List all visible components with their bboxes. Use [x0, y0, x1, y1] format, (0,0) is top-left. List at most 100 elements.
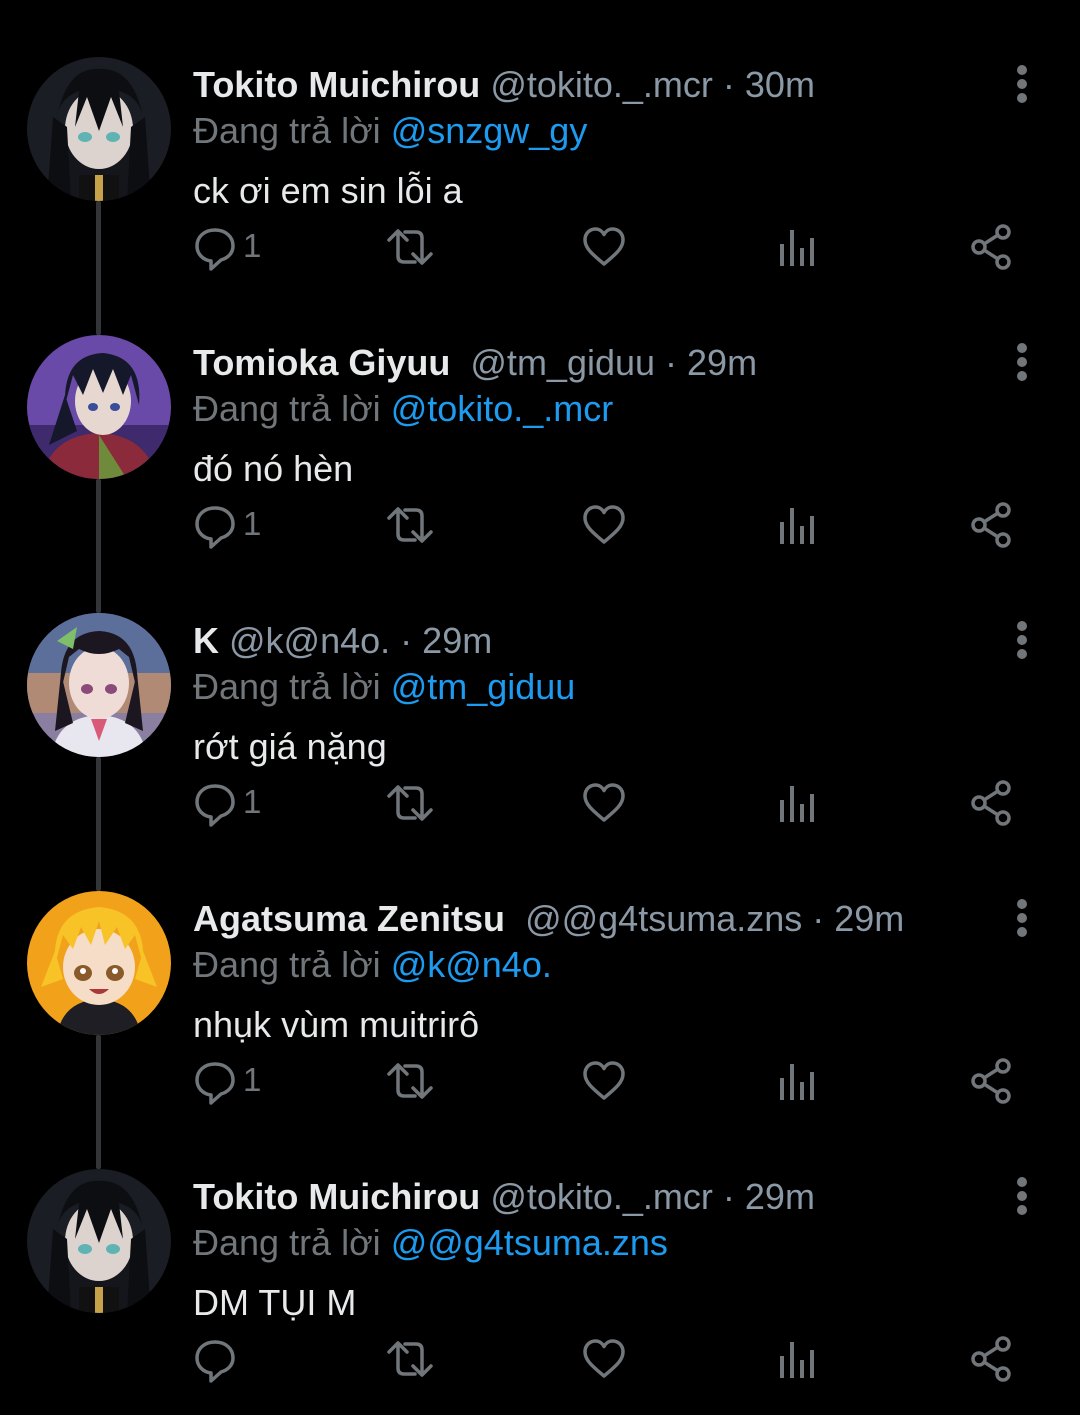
more-options-icon[interactable]	[1004, 618, 1040, 664]
reply-thread: Tokito Muichirou @tokito._.mcr · 30m Đan…	[0, 0, 1080, 1415]
share-icon	[971, 224, 1011, 270]
tweet[interactable]: Tokito Muichirou @tokito._.mcr · 30m Đan…	[0, 0, 1080, 335]
replying-to: Đang trả lời @snzgw_gy	[193, 108, 587, 154]
reply-count: 1	[243, 227, 262, 264]
avatar-image-tokito	[27, 1169, 171, 1313]
replying-to: Đang trả lời @@g4tsuma.zns	[193, 1220, 668, 1266]
share-button[interactable]	[970, 222, 1012, 272]
reply-icon	[195, 506, 235, 549]
retweet-button[interactable]	[385, 778, 435, 828]
share-button[interactable]	[970, 778, 1012, 828]
avatar-image-zenitsu	[27, 891, 171, 1035]
more-options-icon[interactable]	[1004, 340, 1040, 386]
view-analytics-button[interactable]	[778, 500, 816, 550]
replying-to: Đang trả lời @k@n4o.	[193, 942, 552, 988]
username[interactable]: @tokito._.mcr	[490, 64, 713, 105]
retweet-button[interactable]	[385, 500, 435, 550]
replying-to-handle-link[interactable]: @k@n4o.	[391, 944, 552, 985]
username[interactable]: @@g4tsuma.zns	[525, 898, 802, 939]
replying-to-handle-link[interactable]: @tm_giduu	[391, 666, 576, 707]
share-icon	[971, 780, 1011, 826]
reply-icon	[195, 228, 235, 271]
tweet[interactable]: K @k@n4o. · 29m Đang trả lời @tm_giduu r…	[0, 556, 1080, 891]
avatar[interactable]	[27, 57, 171, 201]
retweet-button[interactable]	[385, 222, 435, 272]
username[interactable]: @tokito._.mcr	[490, 1176, 713, 1217]
view-analytics-button[interactable]	[778, 222, 816, 272]
like-button[interactable]	[582, 1056, 626, 1106]
like-button[interactable]	[582, 778, 626, 828]
reply-icon	[195, 1062, 235, 1105]
tweet-text: rớt giá nặng	[193, 726, 387, 767]
display-name[interactable]: Tomioka Giyuu	[193, 342, 450, 383]
view-analytics-button[interactable]	[778, 1056, 816, 1106]
retweet-icon	[387, 785, 433, 821]
avatar[interactable]	[27, 1169, 171, 1313]
separator-dot: ·	[712, 1176, 745, 1217]
tweet-text: ck ơi em sin lỗi a	[193, 170, 463, 211]
display-name[interactable]: Tokito Muichirou	[193, 1176, 480, 1217]
replying-to: Đang trả lời @tm_giduu	[193, 664, 575, 710]
like-button[interactable]	[582, 1334, 626, 1384]
analytics-bar-icon	[780, 1064, 814, 1100]
more-options-icon[interactable]	[1004, 1174, 1040, 1220]
retweet-button[interactable]	[385, 1056, 435, 1106]
reply-count: 1	[243, 505, 262, 542]
more-options-icon[interactable]	[1004, 896, 1040, 942]
replying-to-label: Đang trả lời	[193, 1222, 391, 1263]
replying-to: Đang trả lời @tokito._.mcr	[193, 386, 613, 432]
reply-button[interactable]: 1	[193, 222, 261, 272]
tweet[interactable]: Tomioka Giyuu @tm_giduu · 29m Đang trả l…	[0, 278, 1080, 613]
username[interactable]: @k@n4o.	[229, 620, 390, 661]
replying-to-handle-link[interactable]: @@g4tsuma.zns	[391, 1222, 668, 1263]
tweet-text: đó nó hèn	[193, 448, 354, 489]
retweet-button[interactable]	[385, 1334, 435, 1384]
reply-button[interactable]: 1	[193, 778, 261, 828]
display-name[interactable]: Tokito Muichirou	[193, 64, 480, 105]
reply-icon	[195, 1340, 235, 1383]
timestamp[interactable]: 29m	[687, 342, 757, 383]
analytics-bar-icon	[780, 230, 814, 266]
display-name[interactable]: K	[193, 620, 219, 661]
tweet-text: nhụk vùm muitrirô	[193, 1004, 480, 1045]
like-button[interactable]	[582, 222, 626, 272]
reply-icon	[195, 784, 235, 827]
replying-to-handle-link[interactable]: @tokito._.mcr	[391, 388, 614, 429]
tweet-text: DM TỤI M	[193, 1282, 357, 1323]
replying-to-handle-link[interactable]: @snzgw_gy	[391, 110, 588, 151]
like-button[interactable]	[582, 500, 626, 550]
avatar-image-kanao	[27, 613, 171, 757]
share-icon	[971, 1336, 1011, 1382]
analytics-bar-icon	[780, 508, 814, 544]
retweet-icon	[387, 229, 433, 265]
tweet[interactable]: Tokito Muichirou @tokito._.mcr · 29m Đan…	[0, 1112, 1080, 1415]
tweet-header: Tomioka Giyuu @tm_giduu · 29m	[193, 340, 757, 386]
heart-icon	[583, 1339, 625, 1378]
reply-button[interactable]: 1	[193, 500, 261, 550]
timestamp[interactable]: 29m	[745, 1176, 815, 1217]
view-analytics-button[interactable]	[778, 778, 816, 828]
avatar[interactable]	[27, 335, 171, 479]
separator-dot: ·	[655, 342, 688, 383]
analytics-bar-icon	[780, 786, 814, 822]
share-button[interactable]	[970, 1056, 1012, 1106]
username[interactable]: @tm_giduu	[470, 342, 655, 383]
timestamp[interactable]: 29m	[834, 898, 904, 939]
share-button[interactable]	[970, 500, 1012, 550]
tweet[interactable]: Agatsuma Zenitsu @@g4tsuma.zns · 29m Đan…	[0, 834, 1080, 1169]
view-analytics-button[interactable]	[778, 1334, 816, 1384]
avatar[interactable]	[27, 613, 171, 757]
timestamp[interactable]: 30m	[745, 64, 815, 105]
avatar-image-giyuu	[27, 335, 171, 479]
reply-button[interactable]: 1	[193, 1056, 261, 1106]
avatar[interactable]	[27, 891, 171, 1035]
heart-icon	[583, 783, 625, 822]
share-button[interactable]	[970, 1334, 1012, 1384]
replying-to-label: Đang trả lời	[193, 388, 391, 429]
replying-to-label: Đang trả lời	[193, 944, 391, 985]
heart-icon	[583, 505, 625, 544]
display-name[interactable]: Agatsuma Zenitsu	[193, 898, 505, 939]
reply-button[interactable]	[193, 1334, 237, 1384]
more-options-icon[interactable]	[1004, 62, 1040, 108]
timestamp[interactable]: 29m	[422, 620, 492, 661]
